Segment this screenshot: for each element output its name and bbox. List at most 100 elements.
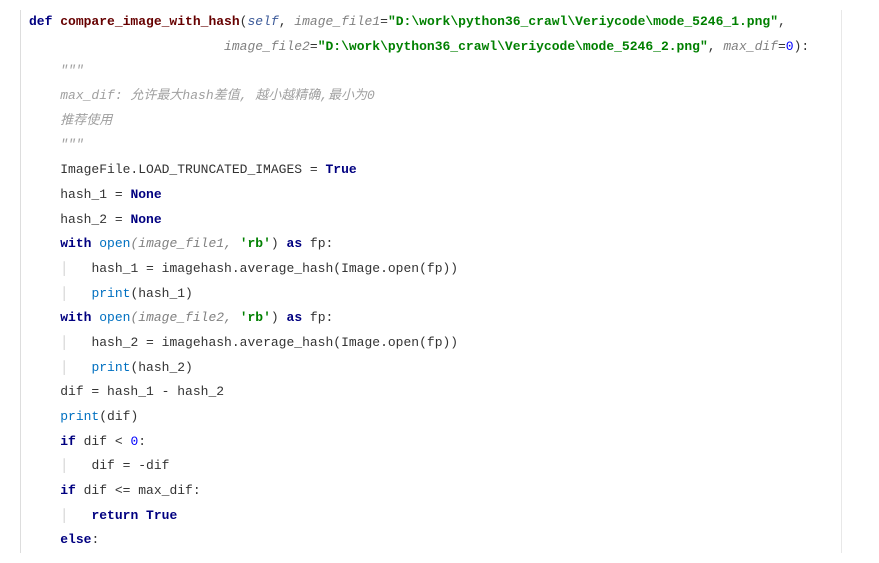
call-args: (image_file1, (130, 236, 239, 251)
keyword-if: if (60, 434, 76, 449)
param-name: max_dif (723, 39, 778, 54)
code-line: hash_1 = None (29, 183, 859, 208)
code-line: max_dif: 允许最大hash差值, 越小越精确,最小为0 (29, 84, 859, 109)
code-text: fp: (302, 310, 333, 325)
number: 0 (786, 39, 794, 54)
call-args: (image_file2, (130, 310, 239, 325)
string-literal: "D:\work\python36_crawl\Veriycode\mode_5… (318, 39, 708, 54)
code-line: image_file2="D:\work\python36_crawl\Veri… (29, 35, 859, 60)
code-text: fp: (302, 236, 333, 251)
indent (29, 88, 60, 103)
code-line: │ return True (29, 504, 859, 529)
bool-true: True (138, 508, 177, 523)
indent-guide: │ (60, 335, 91, 350)
docstring: 推荐使用 (60, 113, 112, 128)
code-text: : (91, 532, 99, 547)
code-line: dif = hash_1 - hash_2 (29, 380, 859, 405)
indent (29, 162, 60, 177)
indent (29, 113, 60, 128)
indent (29, 261, 60, 276)
code-line: │ dif = -dif (29, 454, 859, 479)
code-text: hash_1 = imagehash.average_hash(Image.op… (91, 261, 458, 276)
docstring: """ (60, 63, 83, 78)
margin-guide (841, 10, 842, 553)
code-line: else: (29, 528, 859, 553)
function-name: compare_image_with_hash (60, 14, 239, 29)
keyword-as: as (287, 236, 303, 251)
code-text: ImageFile.LOAD_TRUNCATED_IMAGES = (60, 162, 325, 177)
indent (29, 286, 60, 301)
string-literal: 'rb' (240, 236, 271, 251)
code-line: with open(image_file2, 'rb') as fp: (29, 306, 859, 331)
keyword-with: with (60, 310, 91, 325)
indent (29, 310, 60, 325)
code-line: │ print(hash_1) (29, 282, 859, 307)
keyword-as: as (287, 310, 303, 325)
indent (29, 39, 224, 54)
indent (29, 483, 60, 498)
code-line: hash_2 = None (29, 208, 859, 233)
code-block: def compare_image_with_hash(self, image_… (20, 10, 859, 553)
code-text: (hash_1) (130, 286, 192, 301)
code-text: hash_2 = (60, 212, 130, 227)
code-text: dif <= max_dif: (76, 483, 201, 498)
param-name: image_file2 (224, 39, 310, 54)
indent (29, 360, 60, 375)
string-literal: "D:\work\python36_crawl\Veriycode\mode_5… (388, 14, 778, 29)
indent (29, 137, 60, 152)
indent (29, 212, 60, 227)
none-kw: None (130, 212, 161, 227)
indent-guide: │ (60, 261, 91, 276)
keyword-def: def (29, 14, 52, 29)
code-text: (hash_2) (130, 360, 192, 375)
indent (29, 409, 60, 424)
code-text: (dif) (99, 409, 138, 424)
keyword-if: if (60, 483, 76, 498)
builtin-print: print (91, 360, 130, 375)
keyword-with: with (60, 236, 91, 251)
indent (29, 508, 60, 523)
code-line: │ hash_1 = imagehash.average_hash(Image.… (29, 257, 859, 282)
indent (29, 384, 60, 399)
code-text: ) (271, 310, 287, 325)
keyword-else: else (60, 532, 91, 547)
code-text: hash_2 = imagehash.average_hash(Image.op… (91, 335, 458, 350)
indent (29, 63, 60, 78)
code-text: hash_1 = (60, 187, 130, 202)
code-line: │ print(hash_2) (29, 356, 859, 381)
builtin-open: open (99, 310, 130, 325)
code-line: def compare_image_with_hash(self, image_… (29, 10, 859, 35)
code-line: if dif < 0: (29, 430, 859, 455)
code-line: 推荐使用 (29, 109, 859, 134)
code-line: """ (29, 133, 859, 158)
param-self: self (247, 14, 278, 29)
code-text: dif < (76, 434, 131, 449)
code-line: ImageFile.LOAD_TRUNCATED_IMAGES = True (29, 158, 859, 183)
code-line: print(dif) (29, 405, 859, 430)
builtin-print: print (91, 286, 130, 301)
code-text: dif = hash_1 - hash_2 (60, 384, 224, 399)
builtin-print: print (60, 409, 99, 424)
code-text: : (138, 434, 146, 449)
param-name: image_file1 (294, 14, 380, 29)
code-line: """ (29, 59, 859, 84)
docstring: max_dif: 允许最大hash差值, 越小越精确,最小为0 (60, 88, 375, 103)
code-line: │ hash_2 = imagehash.average_hash(Image.… (29, 331, 859, 356)
keyword-return: return (91, 508, 138, 523)
indent (29, 236, 60, 251)
indent-guide: │ (60, 360, 91, 375)
indent (29, 434, 60, 449)
indent (29, 335, 60, 350)
builtin-open: open (99, 236, 130, 251)
bool-true: True (325, 162, 356, 177)
code-text: ) (271, 236, 287, 251)
string-literal: 'rb' (240, 310, 271, 325)
indent-guide: │ (60, 286, 91, 301)
code-line: with open(image_file1, 'rb') as fp: (29, 232, 859, 257)
indent-guide: │ (60, 458, 91, 473)
indent (29, 187, 60, 202)
indent (29, 458, 60, 473)
indent (29, 532, 60, 547)
none-kw: None (130, 187, 161, 202)
indent-guide: │ (60, 508, 91, 523)
